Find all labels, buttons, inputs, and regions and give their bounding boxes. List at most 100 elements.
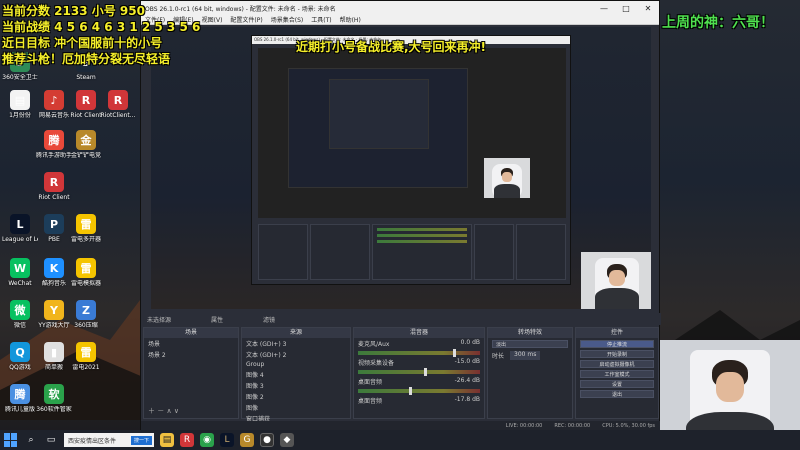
desktop-icon[interactable]: K 酷狗音乐	[36, 258, 72, 287]
app-icon: 金	[76, 130, 96, 150]
menu-tools[interactable]: 工具(T)	[311, 15, 331, 24]
minimize-icon[interactable]: —	[593, 4, 615, 13]
desktop-icon-label: 网易云音乐	[38, 112, 69, 119]
app-icon: 腾	[10, 384, 30, 404]
transition-duration-row: 时长 300 ms	[488, 350, 572, 361]
desktop-icon[interactable]: 腾腾讯手游助手	[36, 130, 72, 159]
game-icon[interactable]: G	[240, 433, 254, 447]
nested-scenes-dock	[258, 224, 308, 280]
source-item[interactable]: 图像 3	[242, 380, 350, 391]
desktop-icon[interactable]: ♪ 网易云音乐	[36, 90, 72, 119]
riot-client-icon[interactable]: R	[180, 433, 194, 447]
transitions-title: 转场特效	[488, 328, 572, 338]
source-item[interactable]: Group	[242, 360, 350, 369]
source-item[interactable]: 图像 2	[242, 391, 350, 402]
exit-button[interactable]: 退出	[580, 390, 654, 398]
desktop-icon[interactable]: Z 360压缩	[68, 300, 104, 329]
desktop-icon-label: 金铲铲电竞	[70, 152, 101, 159]
desktop-icon[interactable]: 雷雷电2021	[68, 342, 104, 371]
app-icon[interactable]: ◆	[280, 433, 294, 447]
desktop-icon-label: RiotClient...	[100, 112, 136, 119]
overlay-top-right: 上周的神：六哥！	[662, 15, 774, 31]
desktop-icon[interactable]: 微微信	[2, 300, 38, 329]
app-icon: 雷	[76, 342, 96, 362]
desktop-icon-label: 简单搬	[44, 364, 63, 371]
live-time: LIVE: 00:00:00	[505, 423, 543, 429]
up-icon[interactable]: ∧	[166, 407, 171, 415]
desktop-icon[interactable]: ▤ 1月份份	[2, 90, 38, 119]
desktop-icon[interactable]: 腾腾讯儿童版	[2, 384, 38, 413]
obs-icon[interactable]: ●	[260, 433, 274, 447]
start-recording-button[interactable]: 开始录制	[580, 350, 654, 358]
virtual-camera-button[interactable]: 启动虚拟摄像机	[580, 360, 654, 368]
desktop-icon[interactable]: R RiotClient...	[100, 90, 136, 119]
source-item[interactable]: 文本 (GDI+) 3	[242, 338, 350, 349]
obs-preview-canvas[interactable]: OBS 26.1.0-rc1 (64 bit, windows) - 配置文件:…	[151, 27, 651, 309]
chrome-icon[interactable]: ◉	[200, 433, 214, 447]
desktop-icon[interactable]: ▮ 简单搬	[36, 342, 72, 371]
volume-slider-handle[interactable]	[453, 349, 457, 357]
desktop-icon[interactable]: W WeChat	[2, 258, 38, 287]
source-item[interactable]: 图像	[242, 402, 350, 413]
desktop-icon[interactable]: 雷雷电模拟器	[68, 258, 104, 287]
desktop-icon-label: YY游戏大厅	[38, 322, 70, 329]
down-icon[interactable]: ∨	[174, 407, 179, 415]
menu-help[interactable]: 帮助(H)	[340, 15, 361, 24]
scene-item[interactable]: 场景 2	[144, 349, 238, 360]
volume-slider-handle[interactable]	[423, 368, 427, 376]
duration-input[interactable]: 300 ms	[510, 351, 541, 360]
add-icon[interactable]: ＋	[148, 407, 155, 415]
stop-streaming-button[interactable]: 停止推流	[580, 340, 654, 348]
app-icon: 软	[44, 384, 64, 404]
desktop-icon[interactable]: R Riot Client	[68, 90, 104, 119]
properties-button[interactable]: 属性	[211, 315, 223, 324]
desktop-icon-label: 腾讯手游助手	[36, 152, 72, 159]
scene-item[interactable]: 场景	[144, 338, 238, 349]
task-view-icon[interactable]: ▭	[44, 433, 58, 447]
source-item[interactable]: 文本 (GDI+) 2	[242, 349, 350, 360]
nested-preview-deep	[329, 79, 429, 149]
filters-button[interactable]: 滤镜	[263, 315, 275, 324]
desktop-icon[interactable]: Q QQ游戏	[2, 342, 38, 371]
transition-select[interactable]: 淡出	[492, 340, 568, 348]
desktop-icon[interactable]: 金金铲铲电竞	[68, 130, 104, 159]
desktop-icon-label: QQ游戏	[9, 364, 31, 371]
menu-view[interactable]: 视图(V)	[202, 15, 223, 24]
settings-button[interactable]: 设置	[580, 380, 654, 388]
menu-profile[interactable]: 配置文件(P)	[230, 15, 262, 24]
nested-sources-dock	[310, 224, 370, 280]
desktop-icon-label: 腾讯儿童版	[4, 406, 35, 413]
maximize-icon[interactable]: □	[615, 4, 637, 13]
desktop-icon[interactable]: 软 360软件管家	[36, 384, 72, 413]
close-icon[interactable]: ✕	[637, 4, 659, 13]
studio-mode-button[interactable]: 工作室模式	[580, 370, 654, 378]
nested-webcam	[581, 252, 651, 309]
taskbar-search[interactable]: 西安疫情出区条件 搜一下	[64, 433, 154, 447]
desktop-icon[interactable]: P PBE	[36, 214, 72, 243]
search-icon[interactable]: ⌕	[24, 433, 38, 447]
taskbar-search-button[interactable]: 搜一下	[130, 435, 152, 445]
desktop-icon[interactable]: Y YY游戏大厅	[36, 300, 72, 329]
overlay-goal: 近日目标 冲个国服前十的小号	[2, 36, 163, 50]
windows-start-icon[interactable]	[4, 433, 18, 447]
nested-webcam-small	[484, 158, 530, 198]
rec-time: REC: 00:00:00	[554, 423, 591, 429]
desktop-icon-label: PBE	[48, 236, 60, 243]
desktop-icon[interactable]: L League of Legends	[2, 214, 38, 243]
remove-icon[interactable]: －	[157, 407, 164, 415]
app-icon: L	[10, 214, 30, 234]
file-explorer-icon[interactable]: ▤	[160, 433, 174, 447]
desktop-icon[interactable]: 雷雷电多开器	[68, 214, 104, 243]
mixer-channel-db: 0.0 dB	[460, 339, 480, 346]
mixer-title: 混音器	[354, 328, 484, 338]
source-item[interactable]: 图像 4	[242, 369, 350, 380]
app-icon: ▮	[44, 342, 64, 362]
league-icon[interactable]: L	[220, 433, 234, 447]
desktop-icon-label: 雷电多开器	[70, 236, 101, 243]
app-icon: 雷	[76, 214, 96, 234]
volume-meter	[358, 368, 480, 376]
mixer-channels: 麦克风/Aux 0.0 dB 视频采集设备 -15.0 dB 桌面音频 -26.4 dB	[354, 338, 484, 395]
volume-slider-handle[interactable]	[409, 387, 413, 395]
desktop-icon[interactable]: R Riot Client	[36, 172, 72, 201]
menu-scene-collection[interactable]: 场景集合(S)	[271, 15, 304, 24]
